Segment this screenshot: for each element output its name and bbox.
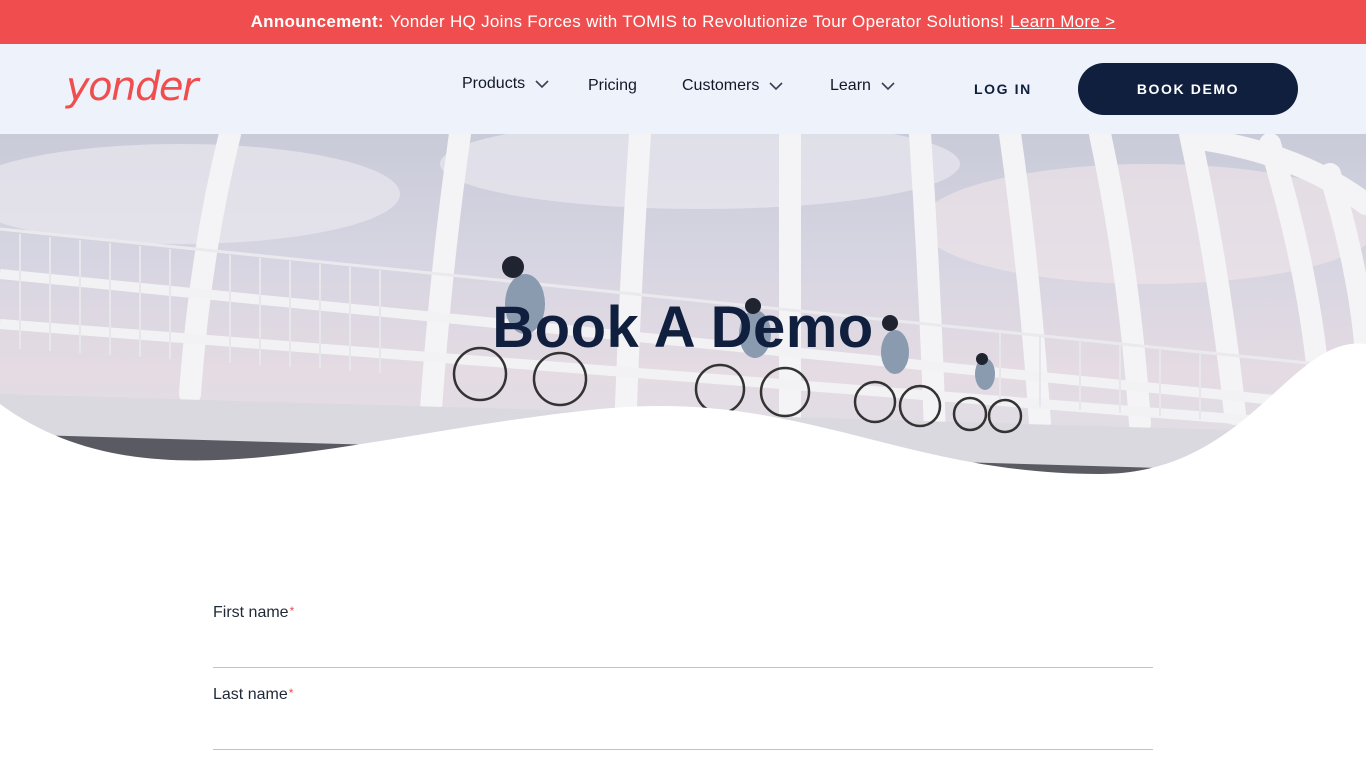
chevron-down-icon [769,81,783,90]
first-name-label: First name* [213,604,295,621]
login-link[interactable]: LOG IN [974,81,1032,97]
learn-more-link[interactable]: Learn More > [1010,12,1115,32]
last-name-field-group: Last name* [213,686,1153,768]
first-name-input[interactable] [213,630,1153,668]
demo-form: First name* Last name* [213,604,1153,768]
nav-products[interactable]: Products [462,75,549,93]
page-title: Book A Demo [492,295,874,360]
announcement-text: Yonder HQ Joins Forces with TOMIS to Rev… [389,12,1005,31]
announcement-label: Announcement: [250,12,384,31]
main-nav: yonder Products Pricing Customers Learn … [0,44,1366,134]
last-name-label: Last name* [213,686,294,703]
book-demo-button[interactable]: BOOK DEMO [1078,63,1298,115]
nav-customers-label: Customers [682,77,760,94]
nav-learn-label: Learn [830,77,871,94]
chevron-down-icon [881,81,895,90]
first-name-field-group: First name* [213,604,1153,686]
yonder-logo[interactable]: yonder [66,64,198,110]
nav-learn[interactable]: Learn [830,77,895,95]
nav-products-label: Products [462,75,526,92]
hero-banner: Book A Demo [0,134,1366,564]
nav-pricing[interactable]: Pricing [588,77,637,95]
nav-pricing-label: Pricing [588,77,637,94]
last-name-input[interactable] [213,712,1153,750]
announcement-bar: Announcement: Yonder HQ Joins Forces wit… [0,0,1366,44]
nav-customers[interactable]: Customers [682,77,783,95]
chevron-down-icon [535,79,549,88]
